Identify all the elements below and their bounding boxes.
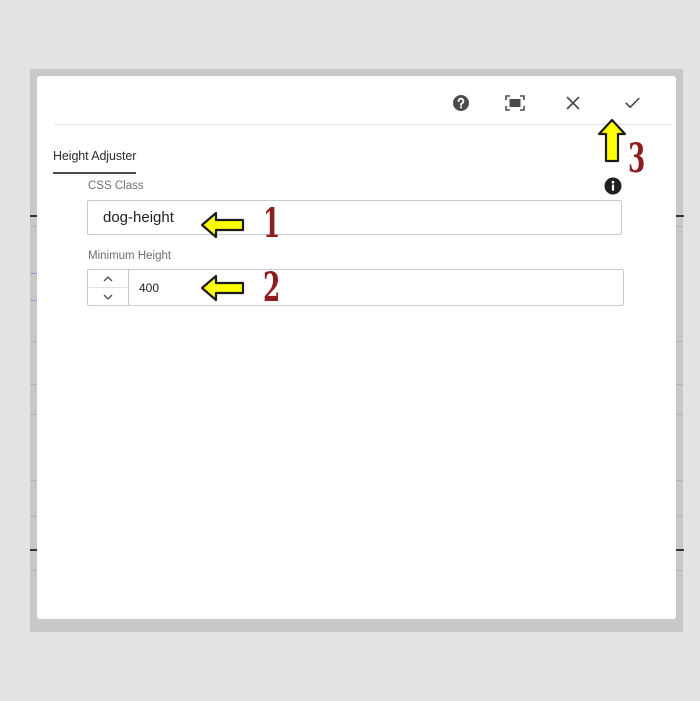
toolbar-divider bbox=[54, 124, 673, 125]
css-class-input[interactable] bbox=[87, 200, 622, 235]
left-arrow-icon bbox=[200, 211, 245, 239]
edit-dialog: Height Adjuster CSS Class Minimum Height bbox=[37, 76, 676, 619]
checkmark-icon[interactable] bbox=[621, 92, 643, 114]
up-arrow-icon bbox=[597, 118, 627, 163]
minimum-height-input[interactable] bbox=[129, 270, 529, 305]
left-arrow-icon bbox=[200, 274, 245, 302]
annotation-number: 3 bbox=[628, 135, 646, 182]
chevron-down-icon bbox=[103, 294, 113, 300]
minimum-height-field bbox=[87, 269, 624, 306]
background-marker bbox=[676, 215, 684, 217]
annotation-number: 2 bbox=[263, 264, 281, 311]
info-icon[interactable] bbox=[604, 177, 622, 195]
fullscreen-icon[interactable] bbox=[504, 92, 526, 114]
close-icon[interactable] bbox=[562, 92, 584, 114]
background-marker bbox=[676, 549, 684, 551]
tab-height-adjuster[interactable]: Height Adjuster bbox=[53, 149, 136, 174]
minimum-height-label: Minimum Height bbox=[88, 250, 172, 262]
increment-button[interactable] bbox=[88, 270, 128, 288]
css-class-label: CSS Class bbox=[88, 180, 144, 192]
quantity-stepper bbox=[88, 270, 129, 305]
help-circle-icon[interactable] bbox=[450, 92, 472, 114]
chevron-up-icon bbox=[103, 275, 113, 281]
decrement-button[interactable] bbox=[88, 288, 128, 305]
annotation-number: 1 bbox=[263, 200, 281, 247]
